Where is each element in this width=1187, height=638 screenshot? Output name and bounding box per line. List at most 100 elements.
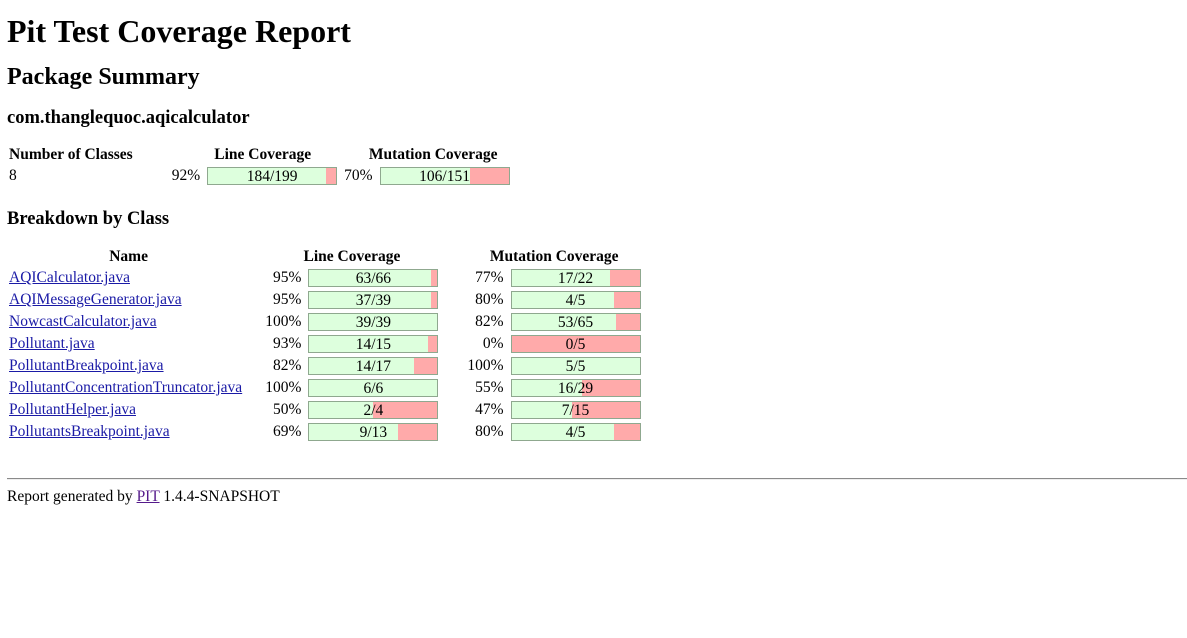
class-mutation-legend: 4/5 <box>565 424 586 441</box>
class-link[interactable]: PollutantBreakpoint.java <box>9 357 164 374</box>
class-line-cell: 14/17 <box>308 356 439 376</box>
class-line-coverage-bar: 37/39 <box>308 291 439 309</box>
class-mutation-coverage-bar: 4/5 <box>510 291 641 309</box>
page-title: Pit Test Coverage Report <box>7 13 351 49</box>
summary-line-legend: 184/199 <box>246 168 298 185</box>
package-name: com.thanglequoc.aqicalculator <box>7 108 250 128</box>
class-mutation-cell: 4/5 <box>510 422 641 442</box>
class-name-cell: PollutantConcentrationTruncator.java <box>9 378 248 398</box>
class-mutation-coverage-bar: 5/5 <box>510 357 641 375</box>
class-line-coverage-bar: 63/66 <box>308 269 439 287</box>
class-mutation-coverage-bar: 4/5 <box>510 423 641 441</box>
class-mutation-pct: 0% <box>482 335 504 352</box>
class-mutation-pct: 55% <box>475 379 504 396</box>
class-name-cell: AQICalculator.java <box>9 268 248 288</box>
class-link[interactable]: AQICalculator.java <box>9 269 130 286</box>
class-mutation-coverage-bar: 17/22 <box>510 269 641 287</box>
class-line-legend: 2/4 <box>363 402 384 419</box>
class-mutation-coverage-bar: 7/15 <box>510 401 641 419</box>
class-link[interactable]: AQIMessageGenerator.java <box>9 291 182 308</box>
class-line-cell: 9/13 <box>308 422 439 442</box>
class-mutation-cell: 17/22 <box>510 268 641 288</box>
class-mutation-pct: 47% <box>475 401 504 418</box>
class-line-cell: 14/15 <box>308 334 439 354</box>
class-line-legend: 37/39 <box>355 292 392 309</box>
summary-line-pct: 92% <box>171 167 201 184</box>
summary-mutation-coverage-bar: 106/151 <box>379 167 510 185</box>
header-line-coverage: Line Coverage <box>214 146 312 163</box>
summary-line-coverage-bar: 184/199 <box>207 167 338 185</box>
class-line-pct: 100% <box>265 379 302 396</box>
class-line-coverage-bar: 14/15 <box>308 335 439 353</box>
class-line-cell: 39/39 <box>308 312 439 332</box>
class-line-pct: 100% <box>265 313 302 330</box>
class-mutation-pct: 77% <box>475 269 504 286</box>
number-of-classes-value: 8 <box>9 167 17 184</box>
class-mutation-coverage-bar: 16/29 <box>510 379 641 397</box>
class-line-coverage-bar: 9/13 <box>308 423 439 441</box>
class-link[interactable]: NowcastCalculator.java <box>9 313 157 330</box>
class-mutation-cell: 5/5 <box>510 356 641 376</box>
package-summary-heading: Package Summary <box>7 64 200 90</box>
class-line-coverage-bar: 14/17 <box>308 357 439 375</box>
class-line-cell: 6/6 <box>308 378 439 398</box>
footer-version: 1.4.4-SNAPSHOT <box>159 488 280 505</box>
class-mutation-pct: 80% <box>475 423 504 440</box>
class-line-pct: 82% <box>272 357 302 374</box>
class-line-coverage-bar: 39/39 <box>308 313 439 331</box>
header-class-mutation-coverage: Mutation Coverage <box>489 248 619 265</box>
class-mutation-cell: 16/29 <box>510 378 641 398</box>
class-line-pct: 50% <box>272 401 302 418</box>
breakdown-body: AQICalculator.java 95% 63/66 77% 17/22 AQIMes… <box>9 268 641 442</box>
class-link[interactable]: PollutantsBreakpoint.java <box>9 423 170 440</box>
summary-row: 8 92% 184/199 70% 106/151 <box>9 166 510 186</box>
class-link[interactable]: PollutantHelper.java <box>9 401 136 418</box>
class-line-legend: 6/6 <box>363 380 384 397</box>
summary-mutation-legend: 106/151 <box>419 168 470 185</box>
summary-header-row: Number of Classes Line Coverage Mutation… <box>9 146 510 164</box>
class-mutation-legend: 4/5 <box>565 292 586 309</box>
footer-divider <box>7 478 1187 480</box>
breakdown-table: Name Line Coverage Mutation Coverage AQI… <box>6 246 644 444</box>
summary-line-cell: 184/199 <box>207 166 338 186</box>
class-mutation-legend: 0/5 <box>565 336 586 353</box>
footer-prefix: Report generated by <box>7 488 137 505</box>
class-line-cell: 63/66 <box>308 268 439 288</box>
summary-mutation-cell: 106/151 <box>379 166 510 186</box>
footer: Report generated by PIT 1.4.4-SNAPSHOT <box>7 488 1187 506</box>
class-link[interactable]: Pollutant.java <box>9 335 95 352</box>
pit-link[interactable]: PIT <box>137 488 160 505</box>
class-name-cell: Pollutant.java <box>9 334 248 354</box>
header-mutation-coverage: Mutation Coverage <box>368 146 498 163</box>
class-line-pct: 95% <box>272 269 302 286</box>
package-summary-table: Number of Classes Line Coverage Mutation… <box>6 144 513 188</box>
class-mutation-legend: 5/5 <box>565 358 586 375</box>
class-mutation-pct: 82% <box>475 313 504 330</box>
class-mutation-cell: 7/15 <box>510 400 641 420</box>
header-name: Name <box>109 248 148 265</box>
class-mutation-coverage-bar: 0/5 <box>510 335 641 353</box>
class-name-cell: NowcastCalculator.java <box>9 312 248 332</box>
class-line-pct: 95% <box>272 291 302 308</box>
table-row: AQIMessageGenerator.java 95% 37/39 80% 4/5 <box>9 290 641 310</box>
class-name-cell: AQIMessageGenerator.java <box>9 290 248 310</box>
class-mutation-pct: 100% <box>467 357 504 374</box>
class-mutation-legend: 7/15 <box>561 402 590 419</box>
class-mutation-pct: 80% <box>475 291 504 308</box>
class-line-coverage-bar: 2/4 <box>308 401 439 419</box>
table-row: PollutantHelper.java 50% 2/4 47% 7/15 <box>9 400 641 420</box>
breakdown-header-row: Name Line Coverage Mutation Coverage <box>9 248 641 266</box>
class-line-pct: 93% <box>272 335 302 352</box>
table-row: PollutantsBreakpoint.java 69% 9/13 80% 4/5 <box>9 422 641 442</box>
class-line-cell: 37/39 <box>308 290 439 310</box>
class-link[interactable]: PollutantConcentrationTruncator.java <box>9 379 242 396</box>
table-row: AQICalculator.java 95% 63/66 77% 17/22 <box>9 268 641 288</box>
class-line-legend: 9/13 <box>359 424 388 441</box>
table-row: PollutantBreakpoint.java 82% 14/17 100% 5/5 <box>9 356 641 376</box>
class-mutation-cell: 4/5 <box>510 290 641 310</box>
table-row: Pollutant.java 93% 14/15 0% 0/5 <box>9 334 641 354</box>
class-line-legend: 14/17 <box>355 358 392 375</box>
class-mutation-cell: 53/65 <box>510 312 641 332</box>
class-line-coverage-bar: 6/6 <box>308 379 439 397</box>
summary-mutation-pct: 70% <box>344 167 373 184</box>
